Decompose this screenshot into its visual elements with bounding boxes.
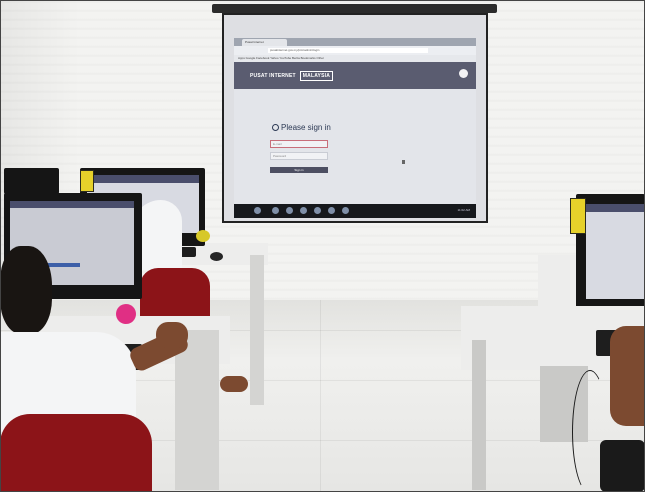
mouse [210,252,223,261]
student-hand [156,322,188,348]
taskbar-app-icon[interactable] [286,207,293,214]
student-foot [220,376,248,392]
password-field[interactable]: Password [270,152,328,160]
classroom-photo: Pusat Internet pusatinternet.gov.my/pim/… [0,0,645,492]
taskbar-app-icon[interactable] [328,207,335,214]
signin-title-text: Please sign in [281,123,331,132]
taskbar-app-icon[interactable] [342,207,349,214]
flower-decoration [116,304,136,324]
floor-grout [320,300,321,492]
address-bar: pusatinternet.gov.my/pim/admin/login [234,46,476,55]
site-header: PUSAT INTERNET MALAYSIA [234,62,476,89]
desk-side-panel [175,330,219,490]
user-icon[interactable] [459,69,468,78]
monitor-right [576,194,645,319]
email-field[interactable]: E-mail [270,140,328,148]
screen-header-bar [10,201,134,208]
brand-left: PUSAT INTERNET [250,73,296,79]
taskbar-clock: 11:02 AM [457,208,470,212]
chair-dark [600,440,645,492]
mouse-cursor-icon [402,160,405,164]
student-arm-right [610,326,645,426]
brand-right: MALAYSIA [299,71,334,81]
monitor-screen [586,204,645,299]
browser-tab-strip: Pusat Internet [234,38,476,46]
login-panel: Please sign in E-mail Password Sign in [234,89,476,204]
projected-browser: Pusat Internet pusatinternet.gov.my/pim/… [234,38,476,218]
flower-decoration [196,230,210,242]
monitor-far-left [4,168,59,194]
projector-screen-housing [212,4,497,13]
start-icon[interactable] [254,207,261,214]
signin-heading: Please sign in [272,123,331,132]
sticker-note [80,170,94,192]
sign-in-icon [272,124,279,132]
student-head [0,246,52,334]
browser-tab[interactable]: Pusat Internet [242,39,287,46]
taskbar-app-icon[interactable] [272,207,279,214]
desk-leg [472,340,486,490]
taskbar: 11:02 AM [234,204,476,218]
sticker-note [570,198,586,234]
url-field[interactable]: pusatinternet.gov.my/pim/admin/login [268,48,428,53]
taskbar-app-icon[interactable] [314,207,321,214]
taskbar-app-icon[interactable] [300,207,307,214]
bookmarks-bar[interactable]: Apps Google Facebook Yahoo YouTube Berit… [234,55,476,62]
sign-in-button[interactable]: Sign in [270,167,328,173]
desk-leg [250,255,264,405]
chair-red-front [0,414,152,492]
screen-header-bar [586,204,645,212]
screen-header-bar [87,175,199,183]
site-logo[interactable]: PUSAT INTERNET MALAYSIA [248,71,334,81]
